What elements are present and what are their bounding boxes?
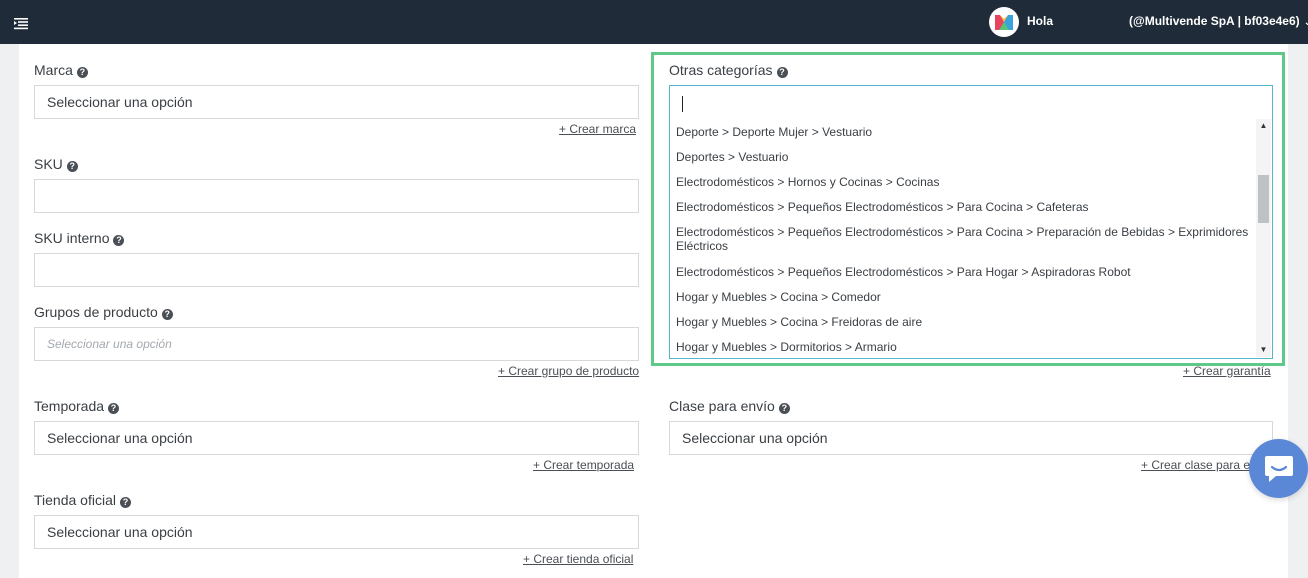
category-option[interactable]: Electrodomésticos > Hornos y Cocinas > C… (676, 175, 1252, 189)
category-option[interactable]: Deporte > Deporte Mujer > Vestuario (676, 125, 1252, 139)
greeting-text: Hola (1027, 14, 1054, 28)
chevron-down-icon: ⌄ (1303, 17, 1308, 28)
sku-label: SKU? (34, 156, 78, 172)
menu-icon[interactable] (8, 11, 34, 33)
temporada-select[interactable]: Seleccionar una opción (34, 421, 639, 455)
create-grupo-link[interactable]: + Crear grupo de producto (498, 364, 639, 378)
grupos-label: Grupos de producto? (34, 304, 173, 320)
category-option[interactable]: Electrodomésticos > Pequeños Electrodomé… (676, 225, 1252, 253)
sku-input[interactable] (34, 179, 639, 213)
option-list-scrollbar[interactable]: ▲ ▼ (1256, 119, 1271, 357)
help-icon[interactable]: ? (776, 67, 788, 78)
sku-interno-input[interactable] (34, 253, 639, 287)
help-icon[interactable]: ? (113, 235, 125, 246)
help-icon[interactable]: ? (161, 309, 173, 320)
scroll-down-arrow-icon[interactable]: ▼ (1256, 343, 1271, 357)
category-option[interactable]: Hogar y Muebles > Cocina > Comedor (676, 290, 1252, 304)
account-label: (@Multivende SpA | bf03e4e6) (1129, 14, 1300, 28)
marca-select[interactable]: Seleccionar una opción (34, 85, 639, 119)
clase-envio-label: Clase para envío? (669, 398, 790, 414)
create-garantia-link[interactable]: + Crear garantía (1183, 364, 1271, 378)
help-icon[interactable]: ? (76, 67, 88, 78)
avatar[interactable] (989, 7, 1019, 37)
otras-categorias-multiselect[interactable]: Deporte > Deporte Mujer > Vestuario Depo… (669, 85, 1273, 359)
multivende-logo-icon (995, 15, 1013, 30)
category-option[interactable]: Electrodomésticos > Pequeños Electrodomé… (676, 265, 1252, 279)
create-tienda-link[interactable]: + Crear tienda oficial (523, 552, 633, 566)
sku-interno-label: SKU interno? (34, 230, 125, 246)
create-clase-envio-link[interactable]: + Crear clase para en (1141, 458, 1257, 472)
category-option[interactable]: Deportes > Vestuario (676, 150, 1252, 164)
grupos-select[interactable]: Seleccionar una opción (34, 327, 639, 361)
otras-categorias-label: Otras categorías? (669, 62, 788, 78)
help-icon[interactable]: ? (108, 403, 120, 414)
tienda-label: Tienda oficial? (34, 492, 131, 508)
marca-label: Marca? (34, 62, 88, 78)
clase-envio-select[interactable]: Seleccionar una opción (669, 421, 1273, 455)
create-marca-link[interactable]: + Crear marca (559, 122, 636, 136)
chat-button[interactable] (1249, 439, 1308, 498)
top-navbar: Hola (@Multivende SpA | bf03e4e6) ⌄ (0, 0, 1308, 44)
category-option[interactable]: Hogar y Muebles > Cocina > Freidoras de … (676, 315, 1252, 329)
chat-icon (1265, 456, 1293, 482)
help-icon[interactable]: ? (119, 497, 131, 508)
text-cursor (682, 96, 683, 112)
help-icon[interactable]: ? (66, 161, 78, 172)
account-menu[interactable]: (@Multivende SpA | bf03e4e6) ⌄ (1129, 14, 1308, 28)
category-option[interactable]: Hogar y Muebles > Dormitorios > Armario (676, 340, 1252, 354)
tienda-select[interactable]: Seleccionar una opción (34, 515, 639, 549)
scroll-up-arrow-icon[interactable]: ▲ (1256, 119, 1271, 133)
help-icon[interactable]: ? (778, 403, 790, 414)
temporada-label: Temporada? (34, 398, 120, 414)
scrollbar-thumb[interactable] (1258, 175, 1269, 223)
create-temporada-link[interactable]: + Crear temporada (533, 458, 634, 472)
category-option[interactable]: Electrodomésticos > Pequeños Electrodomé… (676, 200, 1252, 214)
